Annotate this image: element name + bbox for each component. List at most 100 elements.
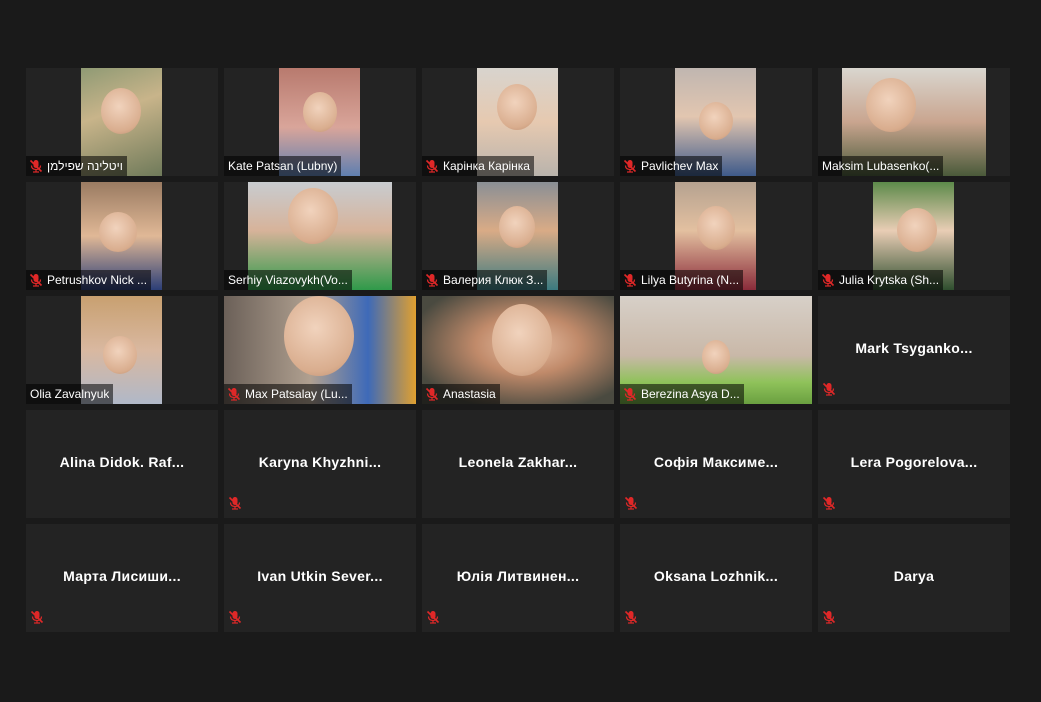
participant-name: Anastasia	[443, 387, 496, 401]
participant-nameplate: Anastasia	[422, 384, 500, 404]
participant-name: Валерия Клюк З...	[443, 273, 544, 287]
participant-face	[499, 206, 535, 248]
mic-muted-icon	[623, 273, 637, 287]
participant-tile[interactable]: Lera Pogorelova...	[818, 410, 1010, 518]
participant-tile[interactable]: Leonela Zakhar...	[422, 410, 614, 518]
participant-nameplate: Валерия Клюк З...	[422, 270, 548, 290]
mic-muted-icon	[227, 387, 241, 401]
participant-name: Софія Максиме...	[653, 454, 779, 470]
participant-name: Darya	[893, 568, 935, 584]
participant-tile[interactable]: Karyna Khyzhni...	[224, 410, 416, 518]
participant-face	[284, 296, 354, 376]
participant-tile[interactable]: Anastasia	[422, 296, 614, 404]
mic-muted-icon	[228, 610, 242, 624]
participant-nameplate: Maksim Lubasenko(...	[818, 156, 944, 176]
participant-tile[interactable]: Валерия Клюк З...	[422, 182, 614, 290]
participant-name: Leonela Zakhar...	[458, 454, 578, 470]
participant-tile[interactable]: Pavlichev Max	[620, 68, 812, 176]
mute-indicator	[624, 610, 638, 629]
participant-tile[interactable]: Julia Krytska (Sh...	[818, 182, 1010, 290]
participant-name: Serhiy Viazovykh(Vo...	[228, 273, 348, 287]
mic-muted-icon	[822, 610, 836, 624]
mic-muted-icon	[29, 159, 43, 173]
participant-face	[699, 102, 733, 140]
mute-indicator	[228, 610, 242, 629]
participant-tile[interactable]: Софія Максиме...	[620, 410, 812, 518]
mic-muted-icon	[425, 273, 439, 287]
participant-tile[interactable]: Maksim Lubasenko(...	[818, 68, 1010, 176]
participant-name: Alina Didok. Raf...	[59, 454, 185, 470]
mute-indicator	[30, 610, 44, 629]
mic-muted-icon	[425, 159, 439, 173]
participant-tile[interactable]: Марта Лисиши...	[26, 524, 218, 632]
participant-nameplate: Julia Krytska (Sh...	[818, 270, 944, 290]
participant-nameplate: Petrushkov Nick ...	[26, 270, 152, 290]
mute-indicator	[228, 496, 242, 515]
participant-tile[interactable]: Юлія Литвинен...	[422, 524, 614, 632]
participant-name: Карінка Карінка	[443, 159, 530, 173]
participant-face	[288, 188, 338, 244]
participant-nameplate: Serhiy Viazovykh(Vo...	[224, 270, 352, 290]
participant-tile[interactable]: Карінка Карінка	[422, 68, 614, 176]
mic-muted-icon	[228, 496, 242, 510]
participant-name: Julia Krytska (Sh...	[839, 273, 940, 287]
mic-muted-icon	[822, 496, 836, 510]
participant-name: Mark Tsyganko...	[855, 340, 973, 356]
participant-nameplate: ויטלינה שפילמן	[26, 156, 127, 176]
mute-indicator	[822, 610, 836, 629]
participant-nameplate: Berezina Asya D...	[620, 384, 744, 404]
participant-face	[101, 88, 141, 134]
participant-nameplate: Kate Patsan (Lubny)	[224, 156, 342, 176]
participant-tile[interactable]: ויטלינה שפילמן	[26, 68, 218, 176]
participant-name: Ivan Utkin Sever...	[257, 568, 383, 584]
participant-tile[interactable]: Petrushkov Nick ...	[26, 182, 218, 290]
mic-muted-icon	[30, 610, 44, 624]
participant-name: Lilya Butyrina (N...	[641, 273, 740, 287]
mic-muted-icon	[821, 273, 835, 287]
participant-nameplate: Max Patsalay (Lu...	[224, 384, 352, 404]
gallery-view: ויטלינה שפילמן Kate Patsan (Lubny) Карінка…	[26, 68, 1010, 632]
participant-face	[702, 340, 730, 374]
participant-name: Berezina Asya D...	[641, 387, 740, 401]
participant-tile[interactable]: Berezina Asya D...	[620, 296, 812, 404]
participant-name: Petrushkov Nick ...	[47, 273, 148, 287]
participant-tile[interactable]: Alina Didok. Raf...	[26, 410, 218, 518]
participant-tile[interactable]: Lilya Butyrina (N...	[620, 182, 812, 290]
mic-muted-icon	[425, 387, 439, 401]
participant-face	[99, 212, 137, 252]
mute-indicator	[822, 496, 836, 515]
participant-name: Olia Zavalnyuk	[30, 387, 110, 401]
participant-face	[866, 78, 916, 132]
participant-tile[interactable]: Kate Patsan (Lubny)	[224, 68, 416, 176]
participant-name: Pavlichev Max	[641, 159, 719, 173]
participant-nameplate: Lilya Butyrina (N...	[620, 270, 744, 290]
mic-muted-icon	[426, 610, 440, 624]
participant-name: Lera Pogorelova...	[850, 454, 978, 470]
participant-name: Karyna Khyzhni...	[258, 454, 382, 470]
mic-muted-icon	[624, 610, 638, 624]
participant-nameplate: Карінка Карінка	[422, 156, 534, 176]
participant-name: Max Patsalay (Lu...	[245, 387, 348, 401]
participant-face	[897, 208, 937, 252]
mute-indicator	[426, 610, 440, 629]
participant-name: Oksana Lozhnik...	[653, 568, 779, 584]
participant-face	[492, 304, 552, 376]
participant-name: Юлія Литвинен...	[456, 568, 580, 584]
mic-muted-icon	[623, 159, 637, 173]
mute-indicator	[624, 496, 638, 515]
participant-name: Kate Patsan (Lubny)	[228, 159, 338, 173]
participant-tile[interactable]: Darya	[818, 524, 1010, 632]
participant-face	[497, 84, 537, 130]
participant-tile[interactable]: Serhiy Viazovykh(Vo...	[224, 182, 416, 290]
participant-tile[interactable]: Olia Zavalnyuk	[26, 296, 218, 404]
mic-muted-icon	[822, 382, 836, 396]
participant-nameplate: Olia Zavalnyuk	[26, 384, 114, 404]
participant-tile[interactable]: Max Patsalay (Lu...	[224, 296, 416, 404]
participant-tile[interactable]: Mark Tsyganko...	[818, 296, 1010, 404]
participant-tile[interactable]: Oksana Lozhnik...	[620, 524, 812, 632]
participant-tile[interactable]: Ivan Utkin Sever...	[224, 524, 416, 632]
participant-face	[103, 336, 137, 374]
participant-nameplate: Pavlichev Max	[620, 156, 723, 176]
participant-face	[697, 206, 735, 250]
mic-muted-icon	[29, 273, 43, 287]
